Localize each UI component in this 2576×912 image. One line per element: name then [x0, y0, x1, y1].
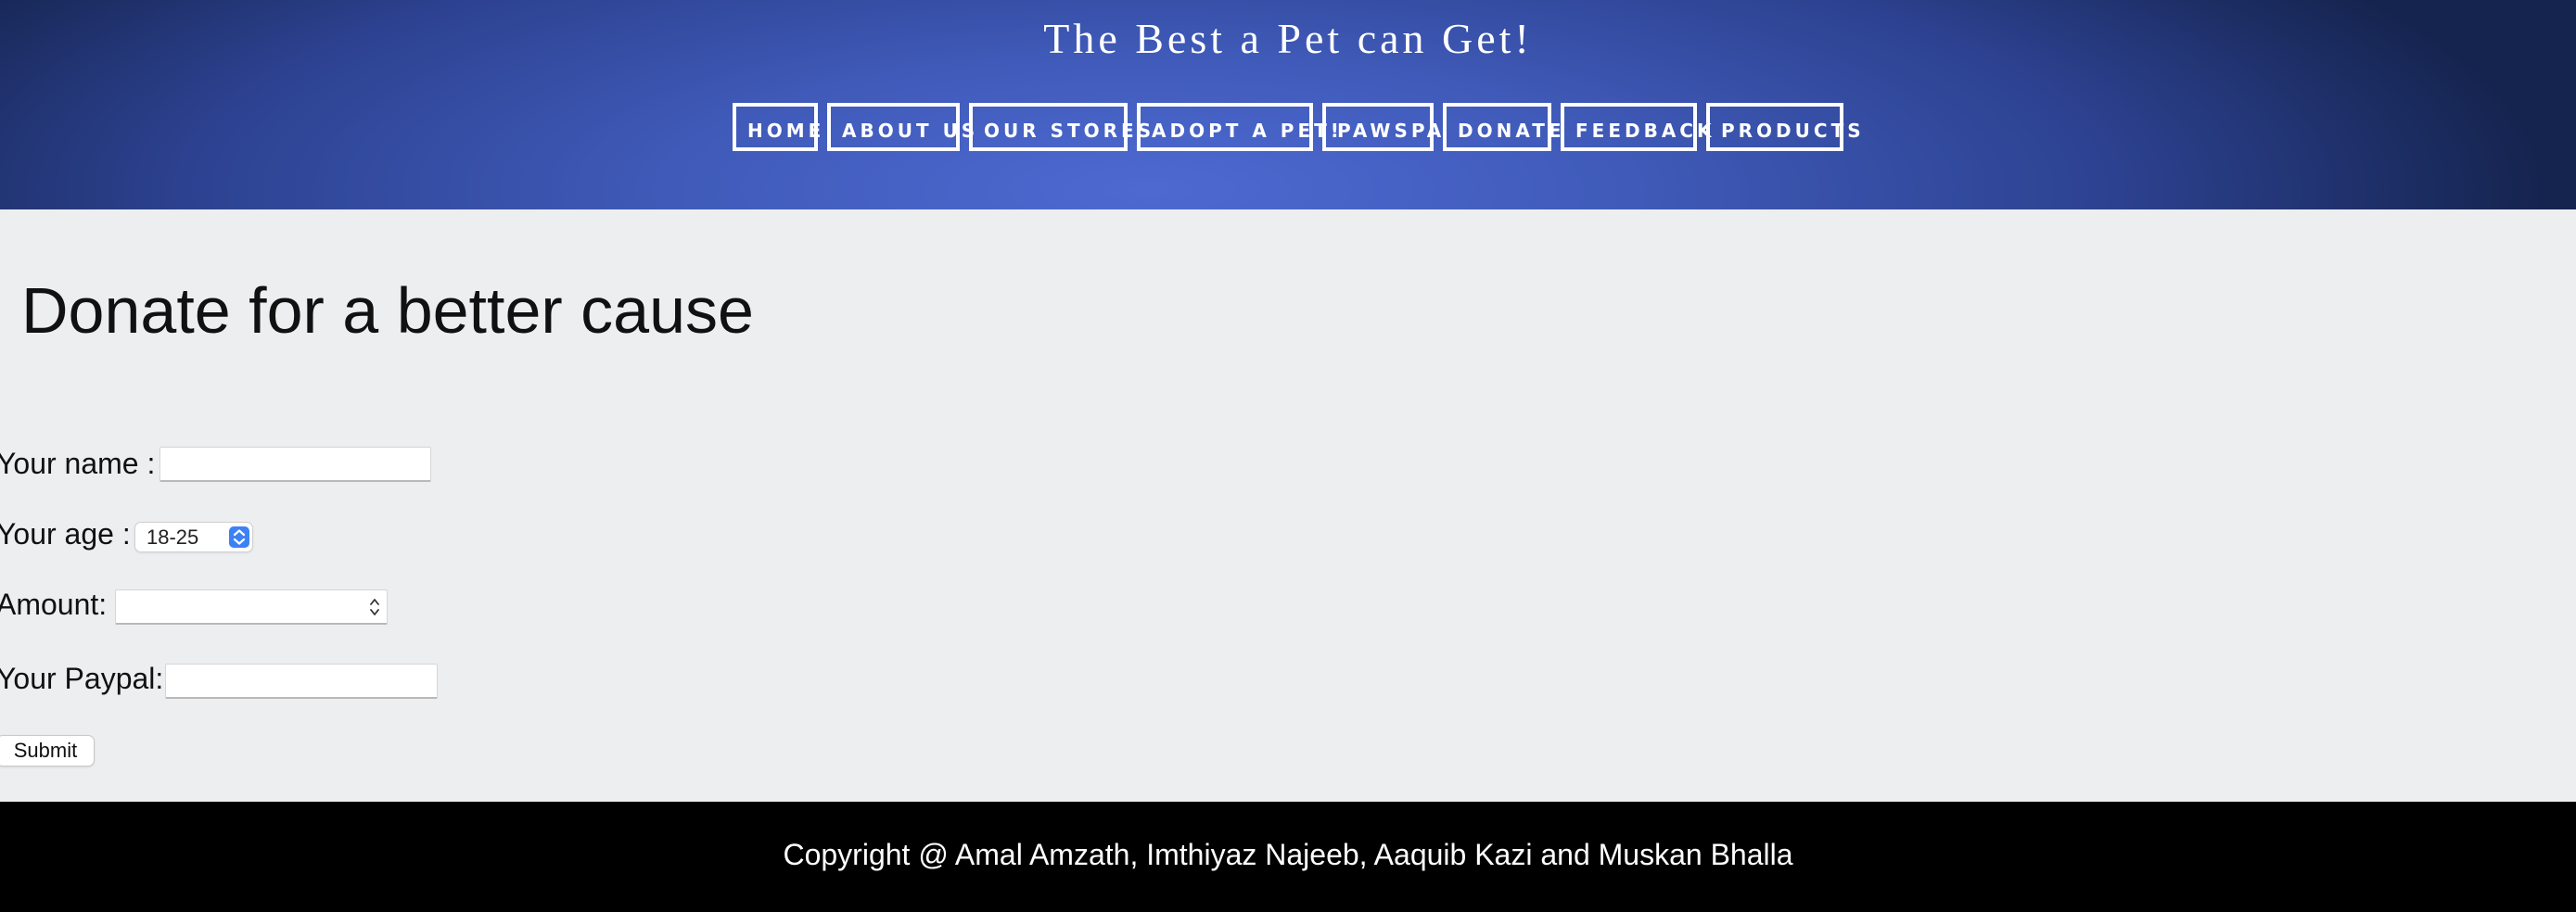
page-title: Donate for a better cause	[21, 274, 754, 347]
nav-home[interactable]: HOME	[733, 103, 821, 151]
nav-pawspa[interactable]: PAWSPA	[1322, 103, 1441, 151]
amount-label: Amount:	[0, 588, 108, 621]
nav-our-stores[interactable]: OUR STORES	[969, 103, 1151, 151]
age-select-value: 18-25	[147, 526, 199, 549]
nav-adopt-a-pet[interactable]: ADOPT A PET!	[1137, 103, 1339, 151]
nav-about-us[interactable]: ABOUT US	[827, 103, 975, 151]
name-label: Your name :	[0, 447, 156, 480]
nav-products[interactable]: PRODUCTS	[1706, 103, 1861, 151]
name-input[interactable]	[159, 447, 431, 482]
paypal-label: Your Paypal:	[0, 662, 164, 695]
paypal-input[interactable]	[165, 664, 438, 699]
age-label: Your age :	[0, 517, 131, 551]
site-title: The Best a Pet can Get!	[1043, 15, 1533, 62]
nav-feedback[interactable]: FEEDBACK	[1561, 103, 1712, 151]
spinner-arrows-icon[interactable]	[368, 596, 381, 618]
site-header: The Best a Pet can Get! HOME ABOUT US OU…	[0, 0, 2576, 209]
submit-button[interactable]: Submit	[0, 735, 95, 766]
amount-input[interactable]	[115, 589, 388, 625]
up-down-chevron-icon	[229, 526, 249, 548]
age-select[interactable]: 18-25	[134, 522, 253, 552]
site-footer: Copyright @ Amal Amzath, Imthiyaz Najeeb…	[0, 802, 2576, 912]
main-nav: HOME ABOUT US OUR STORES ADOPT A PET! PA…	[0, 103, 2576, 151]
footer-copyright: Copyright @ Amal Amzath, Imthiyaz Najeeb…	[783, 838, 1793, 871]
nav-donate[interactable]: DONATE	[1443, 103, 1562, 151]
